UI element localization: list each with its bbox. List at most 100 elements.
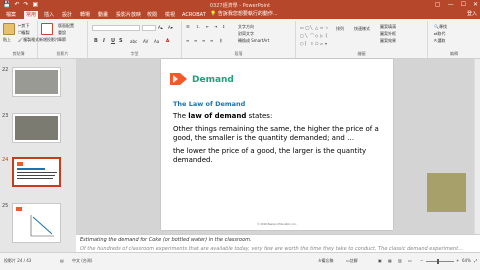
body-line-1[interactable]: The law of demand states: [173,112,272,120]
font-color-icon[interactable]: A [166,38,169,43]
shadow-button[interactable]: S [119,38,123,44]
italic-button[interactable]: I [103,38,105,44]
tab-slideshow[interactable]: 投影片放映 [114,11,143,19]
numbering-icon[interactable]: ⒈ [196,24,200,30]
font-group: A▴ A▾ B I U S abc AV Aa A 字型 [88,21,182,58]
thumbnail-slide-23[interactable] [12,113,61,143]
tab-file[interactable]: 檔案 [4,11,18,19]
text-direction-button[interactable]: 文字方向 [238,24,254,30]
reset-button[interactable]: 重設 [58,30,66,36]
mini-logo [17,162,23,166]
convert-smartart-button[interactable]: 轉換成 SmartArt [238,38,269,44]
tab-transitions[interactable]: 轉場 [78,11,92,19]
columns-icon[interactable]: ⫼ [220,38,222,43]
font-size-select[interactable] [142,25,156,31]
tell-me-box[interactable]: 💡 告訴我您想要執行的動作... [210,10,278,19]
tab-view[interactable]: 檢視 [163,11,177,19]
shrink-font-icon[interactable]: A▾ [168,25,173,30]
zoom-out-button[interactable]: − [420,258,423,263]
tab-design[interactable]: 設計 [60,11,74,19]
notes-toggle[interactable]: ≜備忘稿 [318,258,333,264]
slide-subheading[interactable]: The Law of Demand [173,100,245,108]
zoom-level[interactable]: 64% [462,258,471,263]
tab-insert[interactable]: 插入 [42,11,56,19]
paste-icon[interactable] [3,23,15,35]
zoom-slider-thumb[interactable] [437,259,439,264]
tab-review[interactable]: 校閱 [145,11,159,19]
zoom-in-button[interactable]: + [456,258,459,263]
current-slide[interactable]: Demand The Law of Demand The law of dema… [161,59,393,230]
minimize-button[interactable]: — [448,1,454,9]
copy-button[interactable]: ❐複製 [18,30,30,36]
thumbnail-slide-22[interactable] [12,67,61,97]
shape-outline-button[interactable]: 圖案外框 [380,31,396,37]
thumbnail-slide-25[interactable] [12,203,61,243]
ribbon-display-button[interactable]: ▢ [435,1,441,9]
font-group-label: 字型 [130,51,139,56]
new-slide-icon[interactable] [41,23,53,35]
find-button[interactable]: 🔍尋找 [434,24,447,30]
thumbnail-slide-24[interactable] [12,157,61,187]
slide-editing-canvas: Demand The Law of Demand The law of dema… [76,59,480,234]
layout-button[interactable]: 版面配置 [58,23,74,29]
body-line-3[interactable]: the lower the price of a good, the large… [173,147,387,165]
align-right-icon[interactable]: ≡ [202,38,205,43]
font-name-select[interactable] [92,25,140,31]
replace-button[interactable]: ⇄取代 [434,31,445,37]
strikethrough-icon[interactable]: abc [130,39,137,44]
arrange-button[interactable]: 排列 [336,26,344,32]
new-slide-button[interactable]: 新增投影片 [39,37,59,43]
thumbnail-number: 25 [2,203,9,209]
increase-indent-icon[interactable]: ⇥ [214,24,217,29]
paragraph-group: ☰ ⒈ ⇤ ⇥ ↕ 文字方向 對齊文字 轉換成 SmartArt ≡ ≡ ≡ ≡… [182,21,296,58]
mini-subheading [17,168,45,170]
align-text-button[interactable]: 對齊文字 [238,31,254,37]
normal-view-icon[interactable]: ▣ [378,258,382,263]
close-button[interactable]: ✕ [473,1,478,9]
tab-home[interactable]: 常用 [24,11,39,19]
align-left-icon[interactable]: ≡ [186,38,189,43]
cut-button[interactable]: ✂剪下 [18,23,29,29]
drawing-group-label: 繪圖 [357,51,366,56]
grow-font-icon[interactable]: A▴ [158,25,163,30]
reading-view-icon[interactable]: ▥ [398,258,402,263]
fit-to-window-icon[interactable]: ⤢ [474,258,477,263]
language-indicator[interactable]: 中文 (台灣) [72,258,92,264]
slide-thumbnails-pane: 22 23 24 25 [0,59,76,252]
line-spacing-icon[interactable]: ↕ [222,24,225,29]
mini-logo [16,207,22,211]
align-center-icon[interactable]: ≡ [194,38,197,43]
underline-button[interactable]: U [111,38,115,44]
shape-fill-button[interactable]: 圖案填滿 [380,24,396,30]
quick-styles-button[interactable]: 快速樣式 [354,26,370,32]
slide-heading[interactable]: Demand [192,75,234,85]
tab-acrobat[interactable]: ACROBAT [180,11,208,19]
slides-group: 新增投影片 版面配置 重設 章節 投影片 [38,21,88,58]
spellcheck-icon[interactable]: ▤ [60,258,64,263]
bullets-icon[interactable]: ☰ [186,24,190,29]
bold-button[interactable]: B [94,38,98,44]
decrease-indent-icon[interactable]: ⇤ [206,24,209,29]
select-button[interactable]: ⇱選取 [434,38,445,44]
vertical-scrollbar[interactable] [474,59,480,234]
notes-pane[interactable]: Estimating the demand for Coke (or bottl… [76,234,480,252]
zoom-slider[interactable] [426,261,454,262]
justify-icon[interactable]: ≡ [210,38,213,43]
slideshow-view-icon[interactable]: ▭ [408,258,412,263]
comments-toggle[interactable]: ▭註解 [346,258,358,264]
body-line-2[interactable]: Other things remaining the same, the hig… [173,125,387,143]
maximize-button[interactable]: ☐ [461,1,466,9]
thumbnail-number: 22 [2,67,9,73]
slide-sorter-icon[interactable]: ▦ [388,258,392,263]
format-painter-button[interactable]: 🖌複製格式 [18,37,39,43]
shapes-gallery[interactable]: ▭ ◯ ╲ △ ⇨ ☆ ▢ ╲ ⌒ ◇ ▷{ ⬡[⇧ ⬠ ▱ ▾ [300,25,330,49]
tab-animations[interactable]: 動畫 [96,11,110,19]
char-spacing-icon[interactable]: AV [143,39,148,44]
shape-effects-button[interactable]: 圖案效果 [380,38,396,44]
paste-button[interactable]: 貼上 [3,37,11,43]
change-case-icon[interactable]: Aa [154,39,159,44]
notes-line-1: Estimating the demand for Coke (or bottl… [80,237,252,243]
section-button[interactable]: 章節 [58,37,66,43]
olive-square-shape[interactable] [427,173,466,212]
sign-in-link[interactable]: 登入 [467,10,477,19]
